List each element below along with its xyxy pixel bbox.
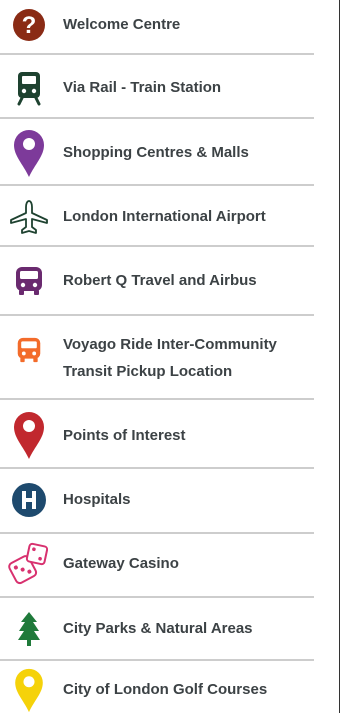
divider — [0, 532, 314, 534]
legend-item-shopping-centres[interactable]: Shopping Centres & Malls — [0, 128, 320, 178]
legend-item-label: Gateway Casino — [63, 555, 179, 572]
legend-item-via-rail[interactable]: Via Rail - Train Station — [0, 66, 320, 110]
question-circle-icon: ? — [6, 5, 52, 45]
legend-item-label: City Parks & Natural Areas — [63, 620, 253, 637]
legend-item-robert-q[interactable]: Robert Q Travel and Airbus — [0, 261, 320, 301]
train-icon — [6, 66, 52, 110]
divider — [0, 659, 314, 661]
legend-item-label: Via Rail - Train Station — [63, 79, 222, 96]
svg-text:?: ? — [22, 12, 37, 39]
legend-item-welcome-centre[interactable]: ? Welcome Centre — [0, 5, 320, 45]
bus-icon — [6, 261, 52, 301]
divider — [0, 184, 314, 186]
legend-item-voyago[interactable]: Voyago Ride Inter-Community Transit Pick… — [0, 330, 320, 386]
divider — [0, 467, 314, 469]
bus-icon — [6, 330, 52, 370]
legend-item-label: Robert Q Travel and Airbus — [63, 272, 257, 289]
divider — [0, 53, 314, 55]
legend-item-airport[interactable]: London International Airport — [0, 196, 320, 238]
divider — [0, 117, 314, 119]
divider — [0, 314, 314, 316]
dice-icon — [6, 540, 52, 588]
legend-item-gateway-casino[interactable]: Gateway Casino — [0, 540, 320, 588]
tree-icon — [6, 607, 52, 651]
legend-item-label: Welcome Centre — [63, 16, 181, 33]
legend-item-golf-courses[interactable]: City of London Golf Courses — [0, 666, 320, 713]
legend-item-label: Hospitals — [63, 491, 131, 508]
panel-border — [339, 0, 340, 713]
airplane-icon — [6, 196, 52, 238]
legend-item-label: London International Airport — [63, 208, 266, 225]
legend-item-hospitals[interactable]: Hospitals — [0, 478, 320, 522]
divider — [0, 245, 314, 247]
divider — [0, 596, 314, 598]
map-legend-panel: ? Welcome Centre Via Rail - Train Statio… — [0, 0, 347, 713]
legend-item-label: Shopping Centres & Malls — [63, 144, 249, 161]
legend-item-label: Voyago Ride Inter-Community Transit Pick… — [63, 336, 277, 380]
map-pin-icon — [6, 410, 52, 460]
legend-item-points-of-interest[interactable]: Points of Interest — [0, 410, 320, 460]
legend-item-label: City of London Golf Courses — [63, 681, 268, 698]
divider — [0, 398, 314, 400]
hospital-icon — [6, 478, 52, 522]
map-pin-icon — [6, 666, 52, 713]
map-pin-icon — [6, 128, 52, 178]
legend-item-city-parks[interactable]: City Parks & Natural Areas — [0, 607, 320, 651]
legend-item-label: Points of Interest — [63, 427, 186, 444]
